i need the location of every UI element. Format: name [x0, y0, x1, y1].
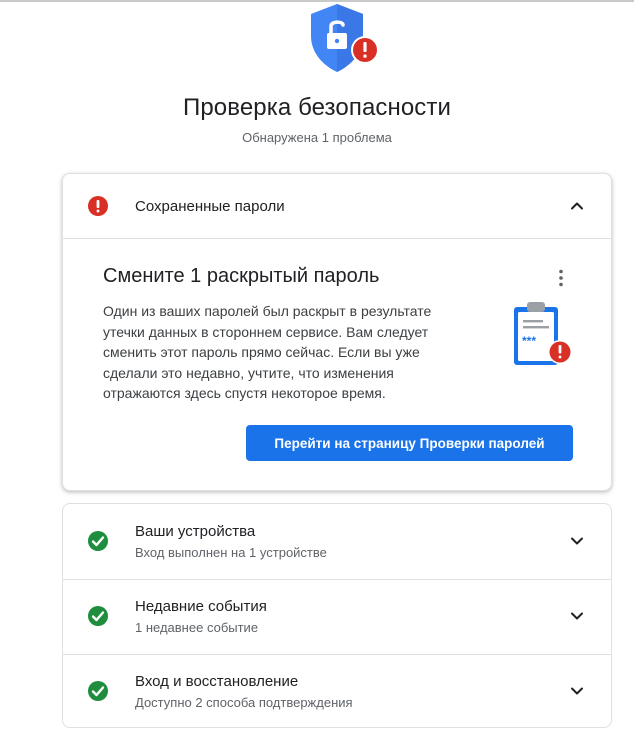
section-subtitle: Доступно 2 способа подтверждения [135, 695, 353, 710]
svg-text:***: *** [522, 334, 536, 348]
divider [63, 238, 611, 239]
chevron-up-icon[interactable] [569, 198, 585, 214]
issue-description: Один из ваших паролей был раскрыт в резу… [103, 303, 432, 401]
error-icon [88, 196, 108, 216]
check-circle-icon [88, 531, 108, 551]
section-title: Ваши устройства [135, 523, 256, 540]
section-subtitle: 1 недавнее событие [135, 620, 259, 635]
section-sign-in-recovery[interactable]: Вход и восстановление Доступно 2 способа… [63, 654, 611, 727]
clipboard-password-alert-icon: *** [514, 302, 572, 365]
section-recent-events[interactable]: Недавние события 1 недавнее событие [63, 579, 611, 654]
section-subtitle: Вход выполнен на 1 устройстве [135, 545, 327, 560]
check-circle-icon [88, 681, 108, 701]
section-title: Вход и восстановление [135, 673, 299, 690]
security-sections-card: Ваши устройства Вход выполнен на 1 устро… [62, 503, 612, 728]
chevron-down-icon[interactable] [569, 683, 585, 699]
section-title: Недавние события [135, 598, 267, 615]
section-devices[interactable]: Ваши устройства Вход выполнен на 1 устро… [63, 504, 611, 579]
page-subtitle: Обнаружена 1 проблема [242, 130, 392, 145]
saved-passwords-header[interactable]: Сохраненные пароли [63, 174, 611, 238]
saved-passwords-card: Сохраненные пароли Смените 1 раскрытый п… [62, 173, 612, 491]
page-title: Проверка безопасности [183, 94, 451, 121]
shield-lock-alert-icon [311, 4, 379, 72]
issue-title: Смените 1 раскрытый пароль [103, 265, 380, 287]
chevron-down-icon[interactable] [569, 608, 585, 624]
go-to-password-checkup-button[interactable]: Перейти на страницу Проверки паролей [246, 425, 573, 461]
saved-passwords-label: Сохраненные пароли [135, 198, 285, 215]
chevron-down-icon[interactable] [569, 533, 585, 549]
check-circle-icon [88, 606, 108, 626]
more-options-icon[interactable] [551, 268, 571, 288]
